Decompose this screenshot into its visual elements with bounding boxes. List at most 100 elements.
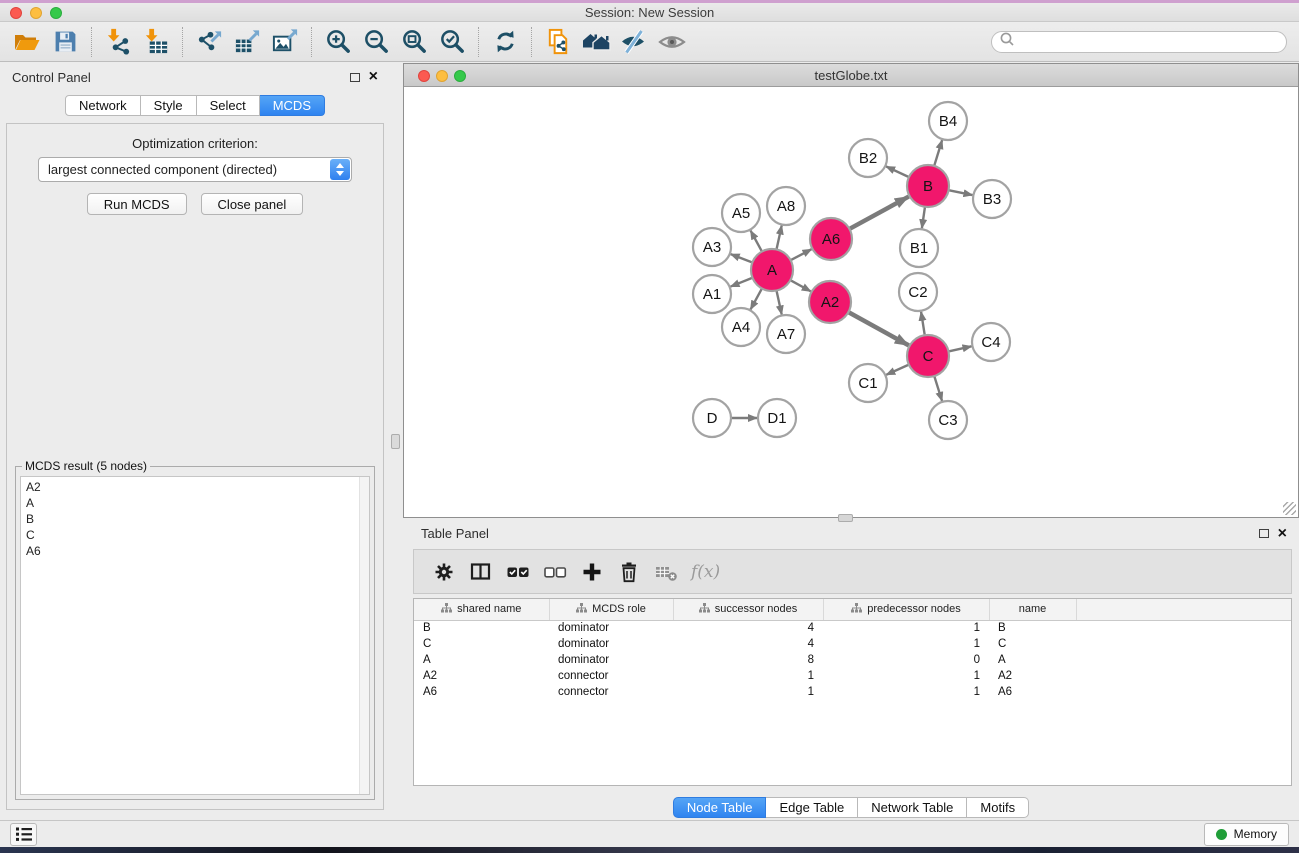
horizontal-splitter-handle[interactable] — [838, 514, 853, 522]
tab-node-table[interactable]: Node Table — [673, 797, 767, 818]
table-row[interactable]: A6connector11A6 — [414, 684, 1291, 700]
result-list-item[interactable]: A6 — [26, 543, 369, 559]
graph-edge-B-B3[interactable] — [949, 190, 973, 195]
graph-edge-A-A1[interactable] — [731, 278, 753, 287]
column-split-icon[interactable] — [465, 557, 496, 587]
table-row[interactable]: Bdominator41B — [414, 620, 1291, 636]
zoom-in-icon[interactable] — [319, 25, 357, 59]
column-header-successor-nodes[interactable]: successor nodes — [673, 599, 823, 620]
column-header-name[interactable]: name — [989, 599, 1076, 620]
tab-network[interactable]: Network — [65, 95, 141, 116]
graph-node-A5[interactable]: A5 — [722, 194, 760, 232]
graph-node-B[interactable]: B — [907, 165, 949, 207]
trash-icon[interactable] — [613, 557, 644, 587]
import-table-icon[interactable] — [137, 25, 175, 59]
export-image-icon[interactable] — [266, 25, 304, 59]
zoom-selected-icon[interactable] — [433, 25, 471, 59]
graph-node-C3[interactable]: C3 — [929, 401, 967, 439]
graph-edge-B-B1[interactable] — [922, 207, 925, 228]
table-delete-icon[interactable] — [650, 557, 681, 587]
save-icon[interactable] — [46, 25, 84, 59]
graph-node-B2[interactable]: B2 — [849, 139, 887, 177]
search-input[interactable] — [1015, 35, 1279, 49]
memory-button[interactable]: Memory — [1204, 823, 1289, 846]
gear-icon[interactable] — [428, 557, 459, 587]
close-panel-button[interactable]: Close panel — [201, 193, 304, 215]
column-header-shared-name[interactable]: shared name — [414, 599, 549, 620]
copy-network-icon[interactable] — [539, 25, 577, 59]
graph-node-B3[interactable]: B3 — [973, 180, 1011, 218]
graph-node-B4[interactable]: B4 — [929, 102, 967, 140]
optimization-criterion-dropdown[interactable]: largest connected component (directed) — [38, 157, 352, 182]
import-network-icon[interactable] — [99, 25, 137, 59]
result-list-item[interactable]: A2 — [26, 479, 369, 495]
graph-edge-A-A7[interactable] — [776, 291, 781, 315]
result-list-item[interactable]: B — [26, 511, 369, 527]
result-list-item[interactable]: A — [26, 495, 369, 511]
search-box[interactable] — [991, 31, 1287, 53]
column-header-predecessor-nodes[interactable]: predecessor nodes — [823, 599, 989, 620]
graph-node-C1[interactable]: C1 — [849, 364, 887, 402]
zoom-out-icon[interactable] — [357, 25, 395, 59]
run-mcds-button[interactable]: Run MCDS — [87, 193, 187, 215]
graph-node-B1[interactable]: B1 — [900, 229, 938, 267]
graph-node-A6[interactable]: A6 — [810, 218, 852, 260]
table-row[interactable]: Adominator80A — [414, 652, 1291, 668]
tab-style[interactable]: Style — [141, 95, 197, 116]
graph-node-A[interactable]: A — [751, 249, 793, 291]
graph-edge-A-A3[interactable] — [731, 254, 753, 262]
task-history-button[interactable] — [10, 823, 37, 846]
eye-slash-icon[interactable] — [615, 25, 653, 59]
graph-node-D1[interactable]: D1 — [758, 399, 796, 437]
tab-select[interactable]: Select — [197, 95, 260, 116]
float-panel-icon[interactable] — [350, 73, 360, 82]
graph-edge-B-B4[interactable] — [934, 140, 942, 166]
close-panel-icon[interactable]: × — [369, 72, 378, 82]
graph-edge-A-A5[interactable] — [751, 231, 762, 252]
graph-edge-A-A2[interactable] — [790, 280, 810, 291]
graph-node-A7[interactable]: A7 — [767, 315, 805, 353]
graph-edge-A-A8[interactable] — [776, 226, 781, 250]
network-window-titlebar[interactable]: testGlobe.txt — [404, 64, 1298, 87]
graph-node-A2[interactable]: A2 — [809, 281, 851, 323]
graph-edge-C-C3[interactable] — [934, 376, 942, 401]
graph-node-A4[interactable]: A4 — [722, 308, 760, 346]
vertical-splitter-handle[interactable] — [391, 434, 400, 449]
float-table-panel-icon[interactable] — [1259, 529, 1269, 538]
folder-open-icon[interactable] — [8, 25, 46, 59]
graph-edge-C-C4[interactable] — [948, 346, 971, 351]
graph-node-A1[interactable]: A1 — [693, 275, 731, 313]
plus-icon[interactable] — [576, 557, 607, 587]
graph-edge-C-C1[interactable] — [886, 365, 909, 375]
graph-node-D[interactable]: D — [693, 399, 731, 437]
table-row[interactable]: A2connector11A2 — [414, 668, 1291, 684]
export-table-icon[interactable] — [228, 25, 266, 59]
tab-motifs[interactable]: Motifs — [967, 797, 1029, 818]
graph-node-A3[interactable]: A3 — [693, 228, 731, 266]
scrollbar-track[interactable] — [359, 477, 369, 794]
function-builder-icon[interactable]: f(x) — [691, 562, 720, 582]
graph-edge-A-A4[interactable] — [751, 288, 762, 309]
refresh-icon[interactable] — [486, 25, 524, 59]
result-list-item[interactable]: C — [26, 527, 369, 543]
export-network-icon[interactable] — [190, 25, 228, 59]
tab-mcds[interactable]: MCDS — [260, 95, 325, 116]
graph-edge-B-B2[interactable] — [886, 166, 909, 177]
close-table-panel-icon[interactable]: × — [1278, 529, 1287, 539]
tab-network-table[interactable]: Network Table — [858, 797, 967, 818]
graph-node-C2[interactable]: C2 — [899, 273, 937, 311]
graph-node-A8[interactable]: A8 — [767, 187, 805, 225]
unchecked-boxes-icon[interactable] — [539, 557, 570, 587]
column-header-MCDS-role[interactable]: MCDS role — [549, 599, 673, 620]
zoom-fit-icon[interactable] — [395, 25, 433, 59]
tab-edge-table[interactable]: Edge Table — [766, 797, 858, 818]
network-canvas[interactable]: B4 B2 B B3 A8A5 A6 B1 A3 A A1 C2 A2 A4A7 C4 C C1 C3 D D1 — [404, 88, 1298, 517]
graph-edge-A-A6[interactable] — [791, 249, 812, 260]
graph-edge-C-C2[interactable] — [921, 312, 925, 335]
checked-boxes-icon[interactable] — [502, 557, 533, 587]
graph-edge-A2-C[interactable] — [848, 312, 908, 345]
houses-icon[interactable] — [577, 25, 615, 59]
graph-node-C[interactable]: C — [907, 335, 949, 377]
graph-node-C4[interactable]: C4 — [972, 323, 1010, 361]
resize-grip-icon[interactable] — [1283, 502, 1296, 515]
